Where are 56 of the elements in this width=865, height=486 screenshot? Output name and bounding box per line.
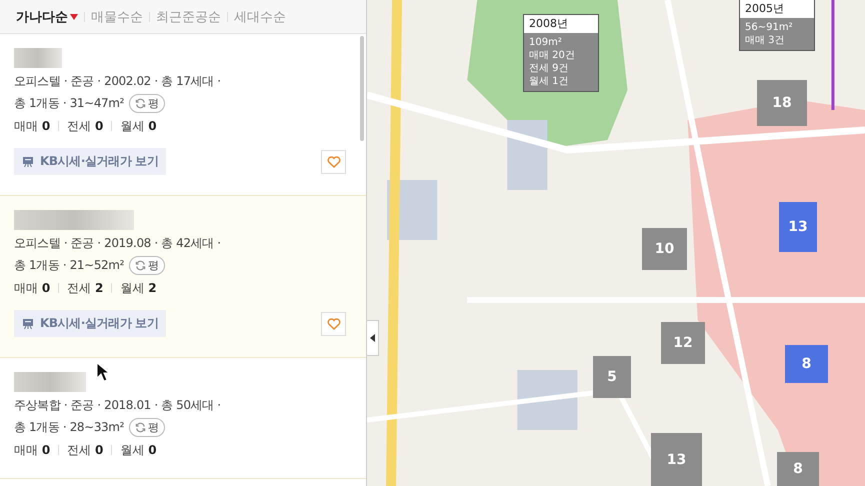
deal-count: 매매 0: [14, 280, 50, 296]
tooltip-line: 109m²: [529, 36, 563, 49]
cluster-marker[interactable]: 10: [642, 228, 687, 270]
sort-tab[interactable]: 세대수순: [228, 8, 292, 26]
deal-count: 월세 0: [120, 442, 157, 458]
unit-toggle[interactable]: 평: [129, 418, 165, 436]
refresh-icon: [135, 260, 146, 270]
sort-tab[interactable]: 가나다순: [16, 8, 84, 26]
heart-icon: [326, 318, 340, 330]
listing-info: 총 1개동 · 31~47m²: [14, 95, 124, 112]
cluster-marker[interactable]: 18: [757, 80, 807, 126]
tooltip-line: 56~91m²: [745, 21, 794, 34]
favorite-button[interactable]: [321, 312, 346, 336]
collapse-handle[interactable]: [367, 320, 379, 356]
tooltip-line: 월세 1건: [529, 75, 570, 88]
mouse-cursor-icon: [96, 362, 110, 382]
cluster-marker[interactable]: 8: [785, 345, 828, 383]
monitor-icon: [22, 156, 34, 167]
scrollbar[interactable]: [360, 36, 364, 141]
unit-toggle[interactable]: 평: [129, 256, 165, 274]
cluster-marker[interactable]: 5: [593, 356, 631, 398]
tooltip-line: 전세 9건: [529, 62, 570, 75]
sort-tab[interactable]: 매물수순: [85, 8, 149, 26]
listing-info: 총 1개동 · 28~33m²: [14, 419, 124, 436]
dropdown-triangle-icon: [70, 14, 78, 20]
refresh-icon: [135, 422, 146, 432]
unit-toggle[interactable]: 평: [129, 94, 165, 112]
favorite-button[interactable]: [321, 150, 346, 174]
deal-count: 전세 2: [67, 280, 104, 296]
heart-icon: [326, 156, 340, 168]
tooltip-year: 2005년: [740, 0, 814, 18]
sort-tab[interactable]: 최근준공순: [150, 8, 227, 26]
cluster-marker[interactable]: 12: [661, 322, 705, 364]
kb-price-button[interactable]: KB시세·실거래가 보기: [14, 148, 166, 175]
refresh-icon: [135, 98, 146, 108]
listing-info: 오피스텔 · 준공 · 2019.08 · 총 42세대 ·: [14, 235, 222, 252]
listing-info: 총 1개동 · 21~52m²: [14, 257, 124, 274]
deal-count: 전세 0: [67, 118, 104, 134]
deal-count: 월세 2: [120, 280, 157, 296]
kb-price-button[interactable]: KB시세·실거래가 보기: [14, 310, 166, 337]
listing-info: 주상복합 · 준공 · 2018.01 · 총 50세대 ·: [14, 397, 222, 414]
tooltip-line: 매매 20건: [529, 49, 576, 62]
deal-count: 매매 0: [14, 442, 50, 458]
blurred-name: [14, 48, 62, 68]
cluster-marker[interactable]: 13: [651, 433, 702, 486]
deal-count: 매매 0: [14, 118, 50, 134]
cluster-marker[interactable]: 13: [779, 202, 817, 252]
tooltip-year: 2008년: [524, 15, 598, 33]
listing-info: 오피스텔 · 준공 · 2002.02 · 총 17세대 ·: [14, 73, 222, 90]
listing-card[interactable]: 오피스텔 · 준공 · 2019.08 · 총 42세대 · 총 1개동 · 21~52m² 평 매매 0 전세 2 월세 2 KB시세·실거래가 보기: [0, 196, 366, 358]
deal-count: 전세 0: [67, 442, 104, 458]
monitor-icon: [22, 318, 34, 329]
blurred-name: [14, 372, 86, 392]
cluster-marker[interactable]: 8: [777, 452, 819, 486]
tooltip-line: 매매 3건: [745, 34, 786, 47]
deal-count: 월세 0: [120, 118, 157, 134]
